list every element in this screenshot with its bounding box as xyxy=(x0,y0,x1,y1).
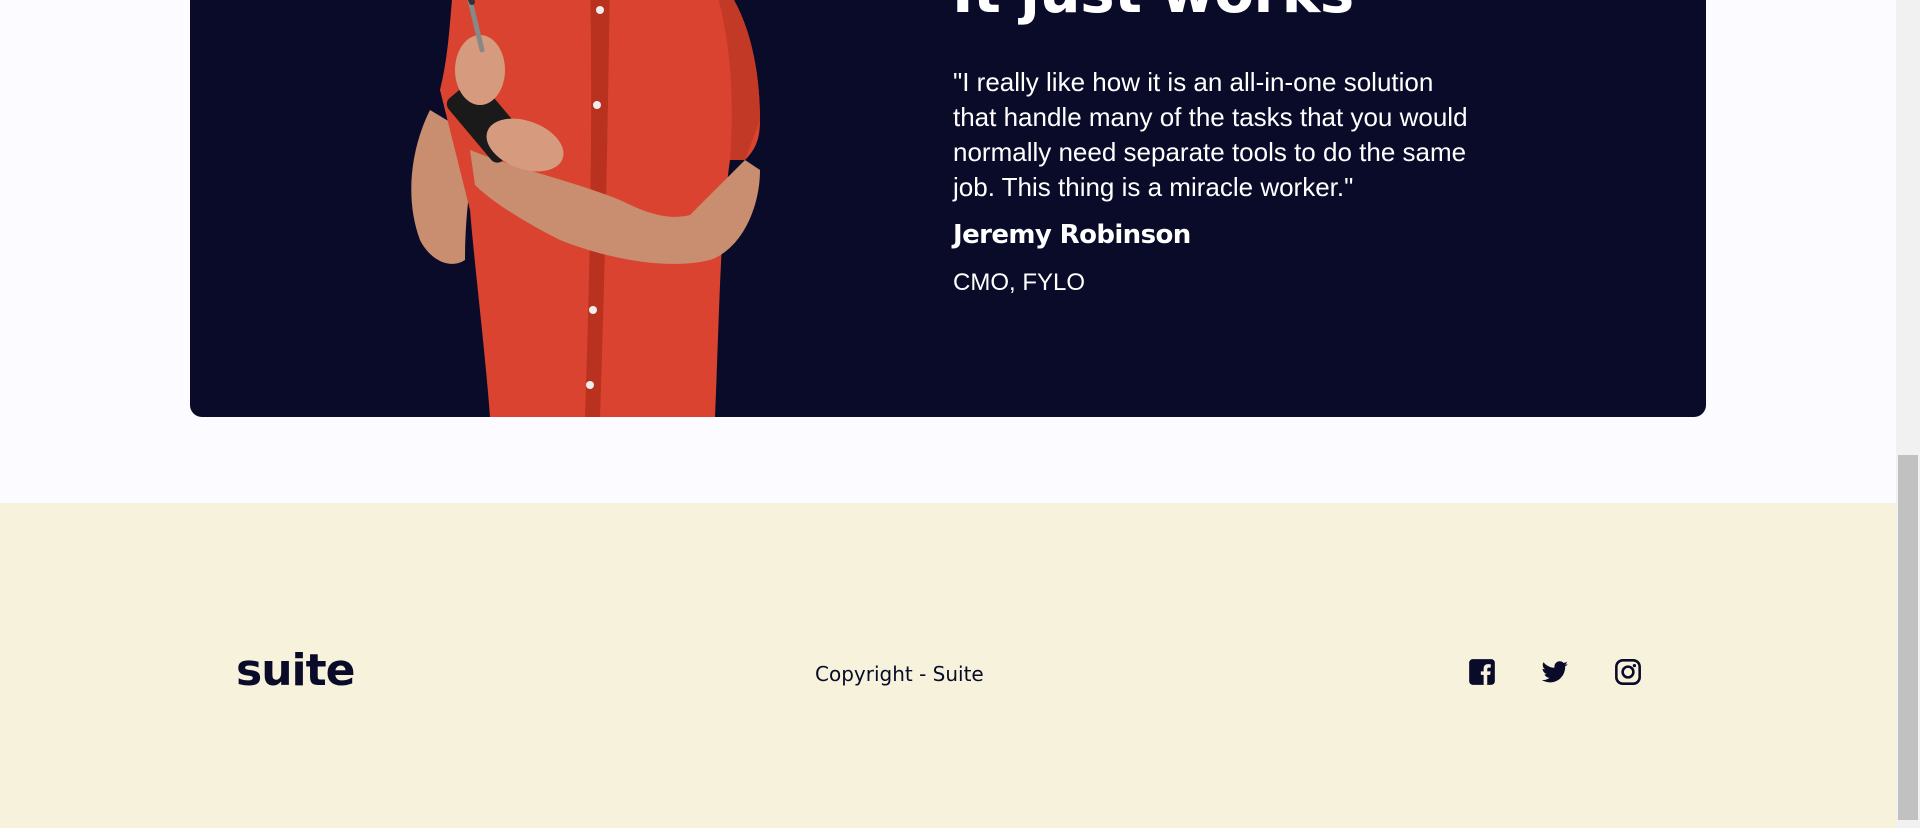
instagram-icon[interactable] xyxy=(1614,658,1642,686)
testimonial-heading: It just works xyxy=(952,0,1354,26)
testimonial-role: CMO, FYLO xyxy=(953,269,1086,296)
copyright-text: Copyright - Suite xyxy=(815,662,984,686)
facebook-icon[interactable] xyxy=(1468,658,1496,686)
social-links xyxy=(1468,658,1642,686)
scrollbar[interactable] xyxy=(1896,0,1920,828)
footer: suite Copyright - Suite xyxy=(0,503,1896,828)
testimonial-section: It just works "I really like how it is a… xyxy=(190,0,1706,417)
footer-logo[interactable]: suite xyxy=(236,645,355,696)
testimonial-author: Jeremy Robinson xyxy=(953,220,1191,250)
person-photo xyxy=(411,0,760,417)
twitter-icon[interactable] xyxy=(1541,658,1569,686)
testimonial-quote: "I really like how it is an all-in-one s… xyxy=(953,67,1468,202)
scrollbar-thumb[interactable] xyxy=(1898,455,1918,820)
page: It just works "I really like how it is a… xyxy=(0,0,1896,828)
